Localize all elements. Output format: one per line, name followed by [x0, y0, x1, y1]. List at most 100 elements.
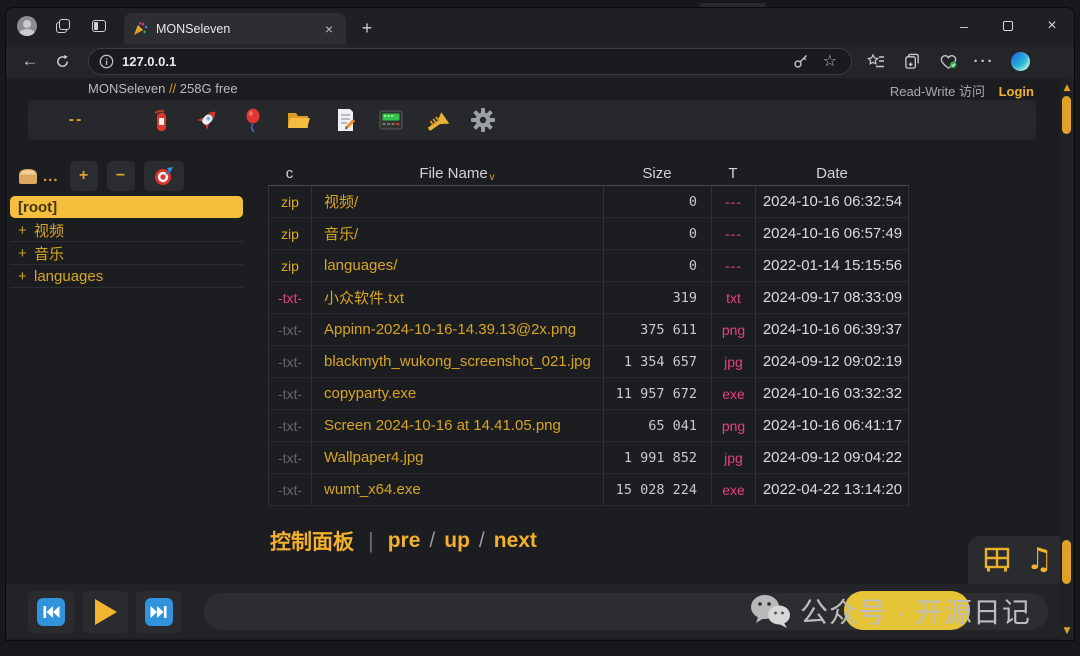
tree-item-languages[interactable]: + languages: [10, 265, 243, 288]
breadcrumb-toggle-button[interactable]: ...: [14, 161, 61, 191]
row-textview-link[interactable]: -txt-: [268, 378, 311, 409]
mkdir-folder-button[interactable]: [276, 105, 322, 135]
breadcrumb[interactable]: MONSeleven // 258G free: [88, 81, 238, 96]
back-button[interactable]: ←: [14, 47, 46, 75]
rocket-icon: [194, 107, 220, 133]
vertical-tabs-icon: [92, 20, 106, 32]
row-file-link[interactable]: Screen 2024-10-16 at 14.41.05.png: [311, 410, 603, 441]
play-button[interactable]: [82, 591, 128, 633]
expand-plus-icon[interactable]: +: [18, 245, 34, 262]
audio-player-toggle-icon[interactable]: ♫: [1026, 545, 1053, 575]
settings-more-button[interactable]: ···: [968, 47, 1000, 75]
message-calculator-button[interactable]: [368, 105, 414, 135]
row-type-link[interactable]: exe: [711, 474, 755, 505]
row-textview-link[interactable]: -txt-: [268, 410, 311, 441]
maximize-button[interactable]: [986, 8, 1030, 44]
row-textview-link[interactable]: zip: [268, 186, 311, 217]
row-type-link[interactable]: txt: [711, 282, 755, 313]
control-panel-link[interactable]: 控制面板: [270, 526, 354, 556]
col-header-date[interactable]: Date: [755, 162, 909, 185]
row-textview-link[interactable]: -txt-: [268, 442, 311, 473]
next-track-button[interactable]: [136, 591, 182, 633]
tree-collapse-button[interactable]: −: [107, 161, 135, 191]
row-textview-link[interactable]: -txt-: [268, 474, 311, 505]
workspaces-icon: [56, 19, 70, 33]
account-area: Read-Write 访问 Login: [890, 81, 1034, 100]
tab-close-icon[interactable]: ×: [320, 21, 338, 37]
balloon-bup-button[interactable]: [230, 105, 276, 135]
col-header-type[interactable]: T: [711, 162, 755, 185]
row-file-link[interactable]: languages/: [311, 250, 603, 281]
grid-view-toggle-icon[interactable]: [982, 545, 1012, 575]
row-type-link[interactable]: jpg: [711, 346, 755, 377]
col-header-c[interactable]: c: [268, 162, 311, 185]
row-file-link[interactable]: Appinn-2024-10-16-14.39.13@2x.png: [311, 314, 603, 345]
scroll-up-arrow-icon[interactable]: ▲: [1060, 83, 1074, 93]
row-textview-link[interactable]: -txt-: [268, 282, 311, 313]
expand-plus-icon[interactable]: +: [18, 222, 34, 239]
favorite-star-icon[interactable]: ☆: [823, 51, 837, 71]
file-table-header: c File Name v Size T Date: [268, 162, 909, 186]
row-textview-link[interactable]: -txt-: [268, 346, 311, 377]
fire-extinguisher-button[interactable]: [138, 105, 184, 135]
new-doc-button[interactable]: [322, 105, 368, 135]
tree-expand-button[interactable]: +: [70, 161, 98, 191]
site-info-icon[interactable]: [99, 54, 114, 69]
expand-plus-icon[interactable]: +: [18, 268, 34, 285]
close-button[interactable]: ×: [1030, 8, 1074, 44]
settings-gear-button[interactable]: [460, 105, 506, 135]
row-textview-link[interactable]: zip: [268, 250, 311, 281]
row-file-link[interactable]: wumt_x64.exe: [311, 474, 603, 505]
address-bar[interactable]: 127.0.0.1 ☆: [88, 48, 852, 75]
row-file-link[interactable]: 音乐/: [311, 218, 603, 249]
tree-item-video[interactable]: + 视频: [10, 219, 243, 242]
row-file-link[interactable]: copyparty.exe: [311, 378, 603, 409]
browser-essentials-button[interactable]: [932, 47, 964, 75]
page-scrollbar[interactable]: ▲ ▼: [1060, 78, 1074, 640]
minimize-button[interactable]: –: [942, 8, 986, 44]
col-header-name[interactable]: File Name v: [311, 162, 603, 185]
memo-icon: [333, 107, 357, 133]
tree-jump-button[interactable]: [144, 161, 184, 191]
row-type-link[interactable]: png: [711, 314, 755, 345]
collections-button[interactable]: [896, 47, 928, 75]
scroll-down-arrow-icon[interactable]: ▼: [1060, 626, 1074, 636]
scrollbar-thumb[interactable]: [1062, 96, 1071, 134]
row-type-link[interactable]: exe: [711, 378, 755, 409]
up-folder-link[interactable]: up: [444, 529, 470, 553]
toggle-columns-button[interactable]: --: [54, 105, 98, 135]
row-date: 2022-04-22 13:14:20: [755, 474, 909, 505]
profile-avatar[interactable]: [12, 13, 42, 39]
row-type-link[interactable]: jpg: [711, 442, 755, 473]
tree-item-music[interactable]: + 音乐: [10, 242, 243, 265]
row-file-link[interactable]: 视频/: [311, 186, 603, 217]
next-folder-link[interactable]: next: [494, 529, 537, 553]
previous-track-button[interactable]: [28, 591, 74, 633]
col-header-size[interactable]: Size: [603, 162, 711, 185]
copilot-button[interactable]: [1004, 47, 1036, 75]
browser-tab[interactable]: MONSeleven ×: [124, 13, 346, 44]
rocket-upload-button[interactable]: [184, 105, 230, 135]
row-textview-link[interactable]: zip: [268, 218, 311, 249]
site-name[interactable]: MONSeleven: [88, 81, 165, 96]
login-link[interactable]: Login: [999, 84, 1034, 99]
new-tab-button[interactable]: +: [354, 15, 380, 41]
row-file-link[interactable]: Wallpaper4.jpg: [311, 442, 603, 473]
row-file-link[interactable]: 小众软件.txt: [311, 282, 603, 313]
prev-folder-link[interactable]: pre: [388, 529, 421, 553]
row-type-link[interactable]: ---: [711, 250, 755, 281]
favorites-bar-button[interactable]: [860, 47, 892, 75]
row-type-link[interactable]: ---: [711, 218, 755, 249]
audio-trumpet-button[interactable]: [414, 105, 460, 135]
tree-item-root[interactable]: [root]: [10, 196, 243, 218]
vertical-tabs-button[interactable]: [84, 13, 114, 39]
row-type-link[interactable]: ---: [711, 186, 755, 217]
row-file-link[interactable]: blackmyth_wukong_screenshot_021.jpg: [311, 346, 603, 377]
url-text[interactable]: 127.0.0.1: [122, 54, 793, 69]
scrollbar-segment[interactable]: [1062, 540, 1071, 584]
password-key-icon[interactable]: [793, 53, 809, 69]
row-type-link[interactable]: png: [711, 410, 755, 441]
refresh-button[interactable]: [46, 47, 78, 75]
workspaces-button[interactable]: [48, 13, 78, 39]
row-textview-link[interactable]: -txt-: [268, 314, 311, 345]
